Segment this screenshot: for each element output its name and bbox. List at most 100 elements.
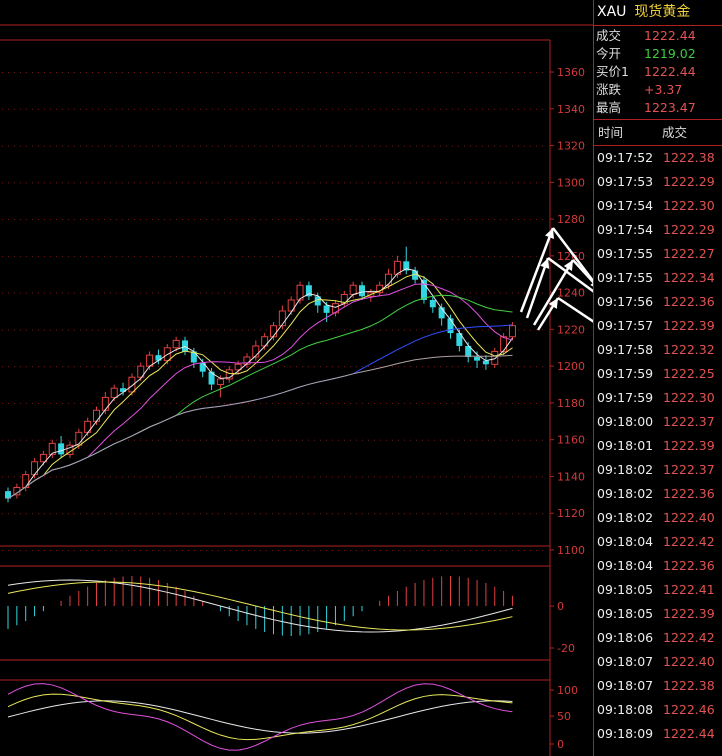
candle-body: [429, 299, 436, 308]
grid-dot: [158, 329, 159, 331]
grid-dot: [278, 108, 279, 110]
grid-dot: [236, 329, 237, 331]
grid-dot: [248, 329, 249, 331]
grid-dot: [272, 439, 273, 441]
grid-dot: [500, 476, 501, 478]
grid-dot: [296, 366, 297, 368]
grid-dot: [182, 402, 183, 404]
grid-dot: [410, 182, 411, 184]
grid-dot: [458, 292, 459, 294]
grid-dot: [20, 439, 21, 441]
ticks-list[interactable]: 09:17:52 1222.38 09:17:53 1222.29 09:17:54 12…: [594, 146, 722, 746]
candle-body: [491, 350, 499, 365]
grid-dot: [374, 145, 375, 147]
grid-dot: [338, 219, 339, 221]
grid-dot: [62, 329, 63, 331]
grid-dot: [182, 219, 183, 221]
tick-price: 1222.30: [663, 390, 715, 405]
grid-dot: [302, 329, 303, 331]
grid-dot: [374, 550, 375, 551]
grid-dot: [134, 72, 135, 73]
grid-dot: [206, 108, 207, 110]
candlestick-chart[interactable]: 1360134013201300128012601240122012001180…: [0, 0, 595, 756]
grid-dot: [254, 366, 255, 368]
grid-dot: [230, 439, 231, 441]
grid-dot: [308, 108, 309, 110]
grid-dot: [8, 476, 9, 478]
grid-dot: [212, 145, 213, 147]
grid-dot: [284, 182, 285, 184]
grid-dot: [116, 255, 117, 257]
tick-row: 09:18:00 1222.37: [594, 410, 722, 434]
grid-dot: [470, 219, 471, 221]
grid-dot: [128, 366, 129, 368]
grid-dot: [416, 439, 417, 441]
grid-dot: [446, 255, 447, 257]
tick-row: 09:17:57 1222.39: [594, 314, 722, 338]
grid-dot: [512, 255, 513, 257]
grid-dot: [278, 439, 279, 441]
grid-dot: [422, 476, 423, 478]
grid-dot: [14, 513, 15, 515]
grid-dot: [308, 439, 309, 441]
grid-dot: [14, 366, 15, 368]
grid-dot: [98, 402, 99, 404]
grid-dot: [452, 145, 453, 147]
grid-dot: [446, 108, 447, 110]
grid-dot: [8, 329, 9, 331]
grid-dot: [422, 513, 423, 515]
grid-dot: [440, 145, 441, 147]
tick-row: 09:18:05 1222.41: [594, 578, 722, 602]
grid-dot: [194, 145, 195, 147]
grid-dot: [74, 366, 75, 368]
grid-dot: [62, 292, 63, 294]
grid-dot: [122, 329, 123, 331]
grid-dot: [8, 550, 9, 551]
grid-dot: [494, 513, 495, 515]
grid-dot: [386, 145, 387, 147]
grid-dot: [68, 219, 69, 221]
grid-dot: [20, 292, 21, 294]
grid-dot: [518, 513, 519, 515]
grid-dot: [470, 476, 471, 478]
tick-row: 09:17:59 1222.30: [594, 386, 722, 410]
y-tick-label: 1240: [557, 287, 585, 300]
grid-dot: [56, 366, 57, 368]
grid-dot: [254, 513, 255, 515]
tick-row: 09:17:54 1222.30: [594, 194, 722, 218]
grid-dot: [254, 145, 255, 147]
tick-price: 1222.32: [663, 342, 715, 357]
grid-dot: [218, 439, 219, 441]
grid-dot: [338, 108, 339, 110]
candle-body: [323, 305, 330, 313]
grid-dot: [92, 329, 93, 331]
grid-dot: [530, 182, 531, 184]
grid-dot: [128, 329, 129, 331]
grid-dot: [362, 145, 363, 147]
grid-dot: [464, 513, 465, 515]
grid-dot: [506, 476, 507, 478]
grid-dot: [404, 402, 405, 404]
grid-dot: [506, 108, 507, 110]
grid-dot: [62, 550, 63, 551]
tick-row: 09:17:59 1222.25: [594, 362, 722, 386]
grid-dot: [446, 513, 447, 515]
grid-dot: [272, 476, 273, 478]
grid-dot: [356, 219, 357, 221]
grid-dot: [260, 476, 261, 478]
tick-time: 09:18:05: [597, 582, 654, 597]
grid-dot: [260, 513, 261, 515]
candle-body: [508, 325, 516, 338]
grid-dot: [62, 402, 63, 404]
grid-dot: [26, 255, 27, 257]
grid-dot: [410, 145, 411, 147]
grid-dot: [392, 219, 393, 221]
grid-dot: [368, 329, 369, 331]
grid-dot: [20, 476, 21, 478]
grid-dot: [518, 108, 519, 110]
grid-dot: [338, 366, 339, 368]
chart-area[interactable]: 1360 1340 1320 1300 1280 1260 1240 1220 1200 1180…: [0, 0, 595, 756]
grid-dot: [476, 145, 477, 147]
grid-dot: [50, 108, 51, 110]
quote-row: 今开 1219.02: [594, 45, 722, 63]
